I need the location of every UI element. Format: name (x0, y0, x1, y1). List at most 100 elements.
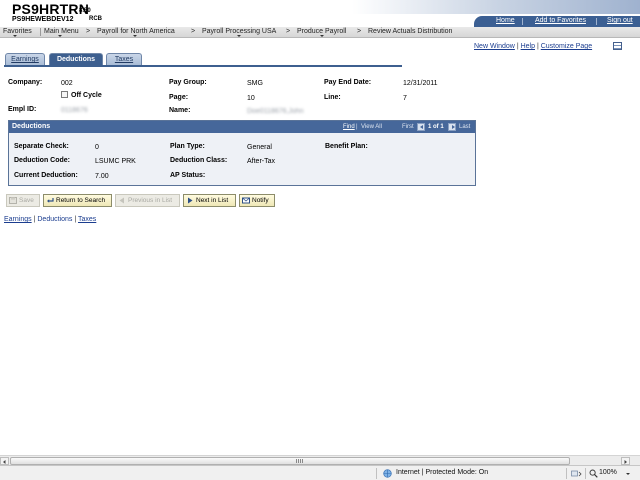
http-view-icon[interactable] (613, 42, 622, 50)
nav-divider (596, 18, 597, 25)
deduction-class-value: After-Tax (247, 158, 276, 165)
ap-status-label: AP Status: (170, 172, 206, 179)
current-deduction-label: Current Deduction: (14, 172, 78, 179)
return-to-search-button[interactable]: Return to Search (43, 194, 112, 207)
separate-check-label: Separate Check: (14, 143, 69, 150)
empl-id-value: 0118676 (61, 107, 88, 114)
view-all-link: View All (361, 124, 382, 130)
branding-header: PS9HRTRN 8.50 PS9HEWEBDEV12 RCB Home Add… (0, 0, 640, 27)
line-label: Line: (324, 94, 341, 101)
pay-group-label: Pay Group: (169, 79, 207, 86)
page-utility-links: New Window | Help | Customize Page (474, 43, 593, 50)
breadcrumb-payroll-north-america[interactable]: Payroll for North America (97, 28, 175, 35)
previous-in-list-button[interactable]: Previous in List (115, 194, 180, 207)
breadcrumb-produce-payroll[interactable]: Produce Payroll (297, 28, 346, 35)
menu-main-menu[interactable]: Main Menu (44, 28, 79, 35)
grip-icon (296, 459, 304, 463)
chevron-down-icon (58, 35, 62, 37)
horizontal-scrollbar[interactable] (0, 455, 640, 465)
status-divider (566, 468, 567, 479)
chevron-down-icon (133, 35, 137, 37)
status-divider (585, 468, 586, 479)
plan-type-value: General (247, 144, 272, 151)
globe-icon (383, 469, 392, 478)
sign-out-link[interactable]: Sign out (607, 17, 633, 24)
tab-deductions[interactable]: Deductions (49, 53, 103, 65)
company-label: Company: (8, 79, 43, 86)
header-gradient-band (0, 0, 640, 14)
save-button[interactable]: Save (6, 194, 40, 207)
line-value: 7 (403, 95, 407, 102)
deduction-code-value: LSUMC PRK (95, 158, 136, 165)
breadcrumb-separator: > (191, 28, 196, 35)
zoom-level[interactable]: 100% (599, 469, 617, 476)
save-icon (9, 197, 17, 204)
bottom-link-taxes[interactable]: Taxes (78, 216, 96, 223)
find-link[interactable]: Find (343, 124, 355, 130)
breadcrumb-separator: > (357, 28, 362, 35)
chevron-down-icon (320, 35, 324, 37)
customize-page-link[interactable]: Customize Page (541, 43, 592, 50)
deduction-class-label: Deduction Class: (170, 157, 228, 164)
home-link[interactable]: Home (496, 17, 515, 24)
universal-nav-bar: Home Add to Favorites Sign out (474, 16, 640, 27)
breadcrumb-payroll-processing-usa[interactable]: Payroll Processing USA (202, 28, 276, 35)
return-arrow-icon (47, 198, 54, 203)
arrow-left-icon (420, 125, 423, 129)
tab-taxes[interactable]: Taxes (106, 53, 142, 65)
help-link[interactable]: Help (521, 43, 535, 50)
chevron-down-icon (237, 35, 241, 37)
deductions-panel: Deductions Find | View All First 1 of 1 … (8, 120, 476, 186)
pay-group-value: SMG (247, 80, 263, 87)
breadcrumb-separator: > (286, 28, 291, 35)
chevron-down-icon (13, 35, 17, 37)
database-suffix: RCB (89, 16, 102, 22)
empl-id-label: Empl ID: (8, 106, 37, 113)
tab-underline (4, 65, 402, 67)
scroll-right-button[interactable] (621, 457, 630, 465)
pay-end-date-value: 12/31/2011 (403, 80, 438, 87)
scrollbar-thumb[interactable] (10, 457, 570, 465)
separate-check-value: 0 (95, 144, 99, 151)
app-version: 8.50 (79, 8, 91, 14)
off-cycle-checkbox (61, 91, 68, 98)
plan-type-label: Plan Type: (170, 143, 205, 150)
app-title: PS9HRTRN (12, 1, 90, 17)
scroll-left-button[interactable] (0, 457, 9, 465)
bottom-page-links: Earnings | Deductions | Taxes (4, 216, 97, 223)
browser-status-bar: Internet | Protected Mode: On 100% (0, 465, 640, 480)
row-counter: 1 of 1 (428, 124, 444, 130)
current-deduction-value: 7.00 (95, 173, 109, 180)
next-icon (188, 197, 193, 204)
new-window-link[interactable]: New Window (474, 43, 515, 50)
page-label: Page: (169, 94, 189, 101)
menu-favorites[interactable]: Favorites (3, 28, 32, 35)
zoom-icon[interactable] (589, 469, 598, 478)
breadcrumb-review-actuals-distribution: Review Actuals Distribution (368, 28, 453, 35)
name-value: Doe0118676,John (247, 108, 304, 115)
bottom-link-earnings[interactable]: Earnings (4, 216, 32, 223)
nav-divider (522, 18, 523, 25)
notify-button[interactable]: Notify (239, 194, 275, 207)
protected-mode-icon[interactable] (571, 470, 582, 478)
database-name: PS9HEWEBDEV12 (12, 16, 74, 23)
menu-breadcrumb-bar: Favorites Main Menu > Payroll for North … (0, 27, 640, 38)
deductions-panel-body: Separate Check: 0 Deduction Code: LSUMC … (9, 133, 475, 185)
tab-earnings[interactable]: Earnings (5, 53, 45, 65)
bottom-link-deductions: Deductions (37, 216, 73, 223)
menu-divider (40, 28, 41, 36)
status-divider (376, 468, 377, 479)
previous-icon (119, 197, 124, 204)
pay-end-date-label: Pay End Date: (324, 79, 372, 86)
company-value: 002 (61, 80, 73, 87)
deduction-code-label: Deduction Code: (14, 157, 70, 164)
previous-row-button[interactable] (417, 123, 425, 131)
add-to-favorites-link[interactable]: Add to Favorites (535, 17, 586, 24)
chevron-down-icon[interactable] (626, 473, 630, 475)
benefit-plan-label: Benefit Plan: (325, 143, 368, 150)
next-in-list-button[interactable]: Next in List (183, 194, 236, 207)
next-row-button[interactable] (448, 123, 456, 131)
deductions-panel-header: Deductions Find | View All First 1 of 1 … (9, 121, 475, 133)
breadcrumb-separator: > (86, 28, 91, 35)
off-cycle-label: Off Cycle (71, 92, 102, 99)
